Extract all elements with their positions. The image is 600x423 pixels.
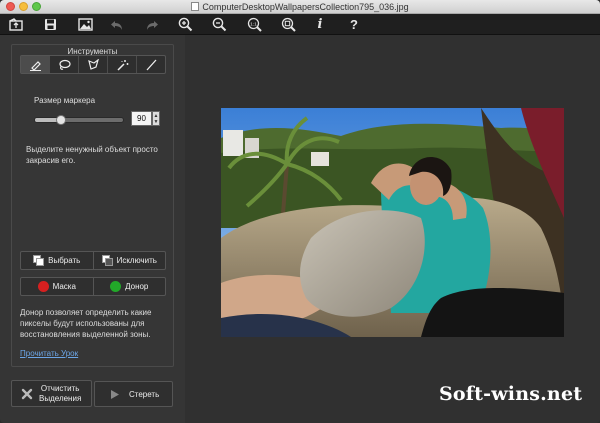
info-icon[interactable]: i xyxy=(311,16,329,33)
zoom-in-icon[interactable] xyxy=(176,16,194,33)
document-icon xyxy=(191,2,200,11)
mask-donor-group: Маска Донор xyxy=(20,277,166,296)
edited-photo[interactable] xyxy=(221,108,564,337)
magic-wand-tool-button[interactable] xyxy=(107,56,136,73)
magic-wand-icon xyxy=(116,59,128,71)
clear-x-icon xyxy=(21,388,33,399)
undo-icon[interactable] xyxy=(108,16,126,33)
window-title: ComputerDesktopWallpapersCollection795_0… xyxy=(202,2,409,12)
marker-icon xyxy=(29,60,41,71)
mask-button[interactable]: Маска xyxy=(21,278,93,295)
redo-icon[interactable] xyxy=(143,16,161,33)
zoom-out-icon[interactable] xyxy=(210,16,228,33)
clear-selection-button[interactable]: Отчистить Выделения xyxy=(11,380,92,407)
fit-icon[interactable] xyxy=(279,16,297,33)
play-icon xyxy=(111,389,119,399)
exclude-button[interactable]: Исключить xyxy=(92,252,166,269)
mask-label: Маска xyxy=(52,282,76,291)
polygon-lasso-icon xyxy=(87,58,99,70)
polygon-lasso-tool-button[interactable] xyxy=(78,56,107,73)
marker-size-slider[interactable] xyxy=(34,115,124,125)
image-icon[interactable] xyxy=(76,16,94,33)
watermark: Soft-wins.net xyxy=(439,383,583,405)
exclude-icon xyxy=(101,255,113,266)
title-bar: ComputerDesktopWallpapersCollection795_0… xyxy=(0,0,600,14)
marker-size-stepper[interactable]: ▲ ▼ xyxy=(152,111,160,126)
line-tool-button[interactable] xyxy=(136,56,165,73)
mask-color-icon xyxy=(37,281,49,292)
app-window: ComputerDesktopWallpapersCollection795_0… xyxy=(0,0,600,423)
marker-size-thumb[interactable] xyxy=(56,115,67,125)
donor-button[interactable]: Донор xyxy=(92,278,166,295)
select-icon xyxy=(33,255,45,266)
clear-label-line1: Отчистить xyxy=(40,383,80,393)
erase-label: Стереть xyxy=(129,389,160,399)
stepper-down-icon[interactable]: ▼ xyxy=(154,119,159,125)
save-icon[interactable] xyxy=(41,16,59,33)
marker-size-input[interactable]: 90 xyxy=(131,111,152,126)
donor-label: Донор xyxy=(125,282,149,291)
actual-size-label: 1:1 xyxy=(250,21,257,27)
marker-size-label: Размер маркера xyxy=(34,96,96,105)
donor-description: Донор позволяет определить какие пикселы… xyxy=(20,308,152,339)
clear-label: Отчистить Выделения xyxy=(39,384,81,404)
read-lesson-link[interactable]: Прочитать Урок xyxy=(20,349,78,358)
photo-content xyxy=(221,108,564,337)
donor-color-icon xyxy=(110,281,122,292)
hint-text: Выделите ненужный объект просто закрасив… xyxy=(26,145,158,165)
selection-tool-group xyxy=(20,55,166,74)
select-label: Выбрать xyxy=(48,256,81,265)
window-title-wrap: ComputerDesktopWallpapersCollection795_0… xyxy=(0,1,600,13)
select-button[interactable]: Выбрать xyxy=(21,252,93,269)
line-icon xyxy=(146,59,156,70)
exclude-label: Исключить xyxy=(116,256,157,265)
lasso-tool-button[interactable] xyxy=(49,56,78,73)
clear-label-line2: Выделения xyxy=(39,393,82,403)
tools-panel: Инструменты Размер маркера 90 ▲ ▼ Выдели… xyxy=(11,44,174,367)
help-icon[interactable]: ? xyxy=(345,16,363,33)
open-icon[interactable] xyxy=(7,16,25,33)
actual-size-icon[interactable]: 1:1 xyxy=(245,16,263,33)
select-exclude-group: Выбрать Исключить xyxy=(20,251,166,270)
lasso-icon xyxy=(58,59,71,70)
marker-tool-button[interactable] xyxy=(21,56,49,73)
toolbar: 1:1 i ? xyxy=(0,14,600,35)
erase-button[interactable]: Стереть xyxy=(94,381,173,407)
